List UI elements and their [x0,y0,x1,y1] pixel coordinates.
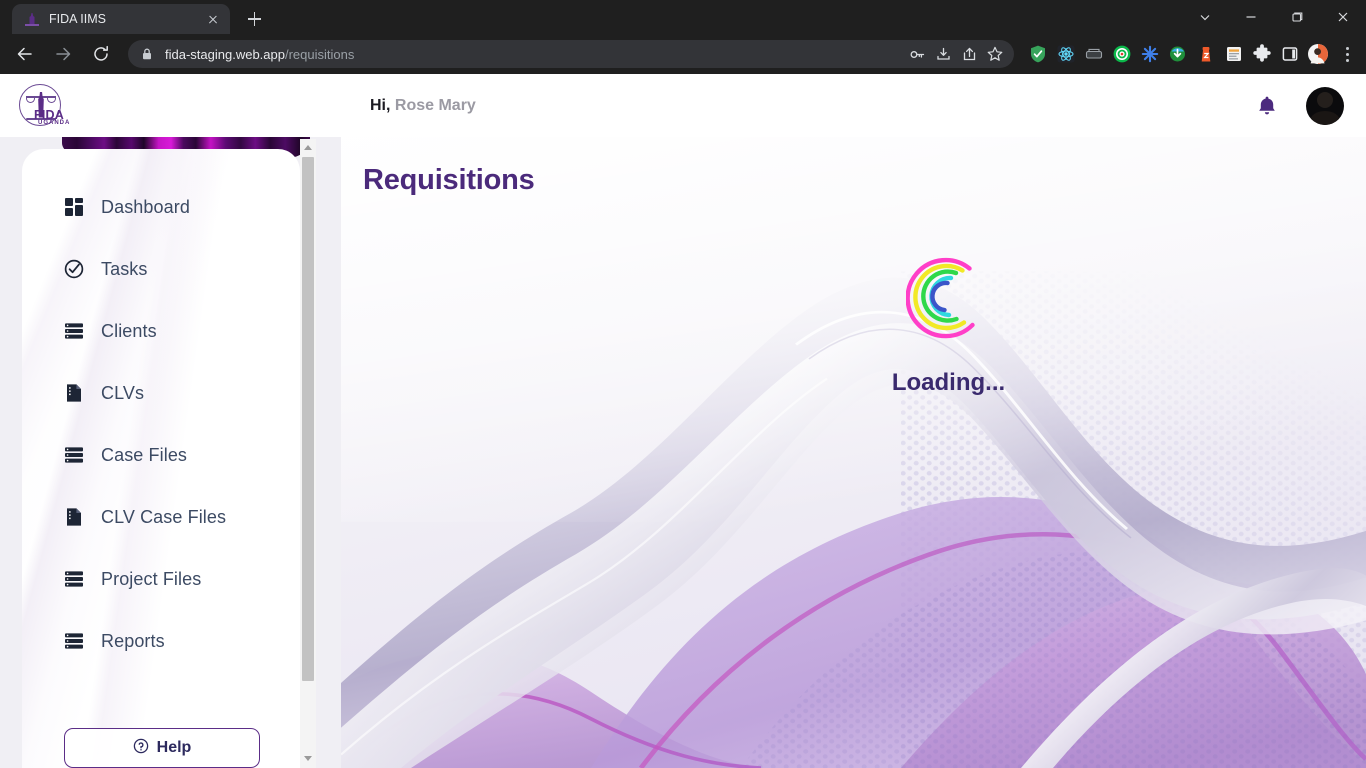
url-text: fida-staging.web.app/requisitions [165,47,354,62]
page-title: Requisitions [363,164,535,196]
scroll-down-arrow[interactable] [300,750,316,766]
main-content: Requisitions Loading... [341,137,1366,768]
list-rows-icon [64,569,84,589]
notes-icon[interactable] [1220,40,1248,68]
close-tab-icon[interactable] [204,10,222,28]
scrollbar-thumb[interactable] [302,157,314,681]
close-icon[interactable] [1320,0,1366,34]
logo-subtitle: UGANDA [38,119,71,126]
puzzle-extensions-icon[interactable] [1248,40,1276,68]
user-avatar[interactable] [1306,86,1344,125]
forward-icon[interactable] [47,38,79,70]
bookmark-star-icon[interactable] [982,41,1008,67]
lock-icon [140,47,154,61]
loading-text: Loading... [891,369,1006,396]
sidebar-item-label: Dashboard [101,196,190,217]
sidebar-item-case-files[interactable]: Case Files [22,435,300,475]
sidebar-item-label: Reports [101,630,165,651]
list-rows-icon [64,321,84,341]
bell-icon[interactable] [1256,94,1278,118]
document-icon [64,507,84,527]
target-tracker-icon[interactable] [1108,40,1136,68]
check-circle-icon [64,259,84,279]
greeting-hi: Hi, [370,96,391,114]
asterisk-icon[interactable] [1136,40,1164,68]
sidebar-item-label: Tasks [101,258,148,279]
profile-avatar-icon[interactable] [1304,40,1332,68]
browser-window: FIDA IIMS fida-staging.web.app/requisiti… [0,0,1366,768]
chevron-down-icon[interactable] [1182,0,1228,34]
back-icon[interactable] [9,38,41,70]
sidebar-item-clients[interactable]: Clients [22,311,300,351]
extension-icons [1020,39,1360,69]
tab-title: FIDA IIMS [49,12,106,26]
sidebar-nav: Dashboard Tasks Clients CLVs Case Files … [22,149,300,661]
document-icon [64,383,84,403]
new-tab-button[interactable] [240,5,268,33]
lighthouse-icon[interactable] [1192,40,1220,68]
decorative-wave-background [341,137,1366,768]
password-key-icon[interactable] [904,41,930,67]
sidebar-item-clv-case-files[interactable]: CLV Case Files [22,497,300,537]
install-app-icon[interactable] [930,41,956,67]
sidebar-item-label: CLVs [101,382,145,403]
sidebar: Dashboard Tasks Clients CLVs Case Files … [22,149,300,768]
header-actions [1256,86,1344,125]
reload-icon[interactable] [85,38,117,70]
tab-strip: FIDA IIMS [0,0,1366,34]
address-bar[interactable]: fida-staging.web.app/requisitions [128,40,1014,68]
help-section: Help [64,728,260,768]
greeting: Hi, Rose Mary [370,97,476,115]
share-icon[interactable] [956,41,982,67]
list-rows-icon [64,445,84,465]
loading-indicator: Loading... [341,257,1366,397]
scroll-up-arrow[interactable] [300,139,316,155]
fida-uganda-logo[interactable]: FIDA UGANDA [14,82,80,130]
sidebar-item-label: Project Files [101,568,202,589]
sidebar-item-tasks[interactable]: Tasks [22,249,300,289]
url-host: fida-staging.web.app [165,46,285,62]
sidebar-item-label: Clients [101,320,157,341]
minimize-icon[interactable] [1228,0,1274,34]
sidebar-item-label: CLV Case Files [101,506,227,527]
browser-toolbar: fida-staging.web.app/requisitions [0,34,1366,74]
sidebar-item-project-files[interactable]: Project Files [22,559,300,599]
scanner-icon[interactable] [1080,40,1108,68]
react-devtools-icon[interactable] [1052,40,1080,68]
app-body: Dashboard Tasks Clients CLVs Case Files … [0,137,1366,768]
help-label: Help [156,739,192,756]
sidebar-region: Dashboard Tasks Clients CLVs Case Files … [0,137,341,768]
question-circle-icon [133,738,149,759]
sidebar-scrollbar[interactable] [300,139,316,768]
url-path: /requisitions [284,46,355,62]
help-button[interactable]: Help [64,728,260,768]
maximize-icon[interactable] [1274,0,1320,34]
omnibox-actions [904,41,1008,67]
sidebar-item-reports[interactable]: Reports [22,621,300,661]
idm-icon[interactable] [1164,40,1192,68]
app-header: FIDA UGANDA Hi, Rose Mary [0,74,1366,137]
browser-tab[interactable]: FIDA IIMS [12,4,230,34]
dashboard-grid-icon [64,197,84,217]
side-panel-icon[interactable] [1276,40,1304,68]
sidebar-item-dashboard[interactable]: Dashboard [22,187,300,227]
sidebar-item-clvs[interactable]: CLVs [22,373,300,413]
list-rows-icon [64,631,84,651]
fida-favicon [24,11,40,27]
sidebar-item-label: Case Files [101,444,188,465]
three-dot-menu-icon[interactable] [1334,39,1360,69]
window-controls [1182,0,1366,34]
brave-shield-icon[interactable] [1024,40,1052,68]
greeting-username: Rose Mary [394,96,476,114]
page-viewport: FIDA UGANDA Hi, Rose Mary Dashboard Task… [0,74,1366,768]
multicolor-arc-spinner [905,257,992,343]
